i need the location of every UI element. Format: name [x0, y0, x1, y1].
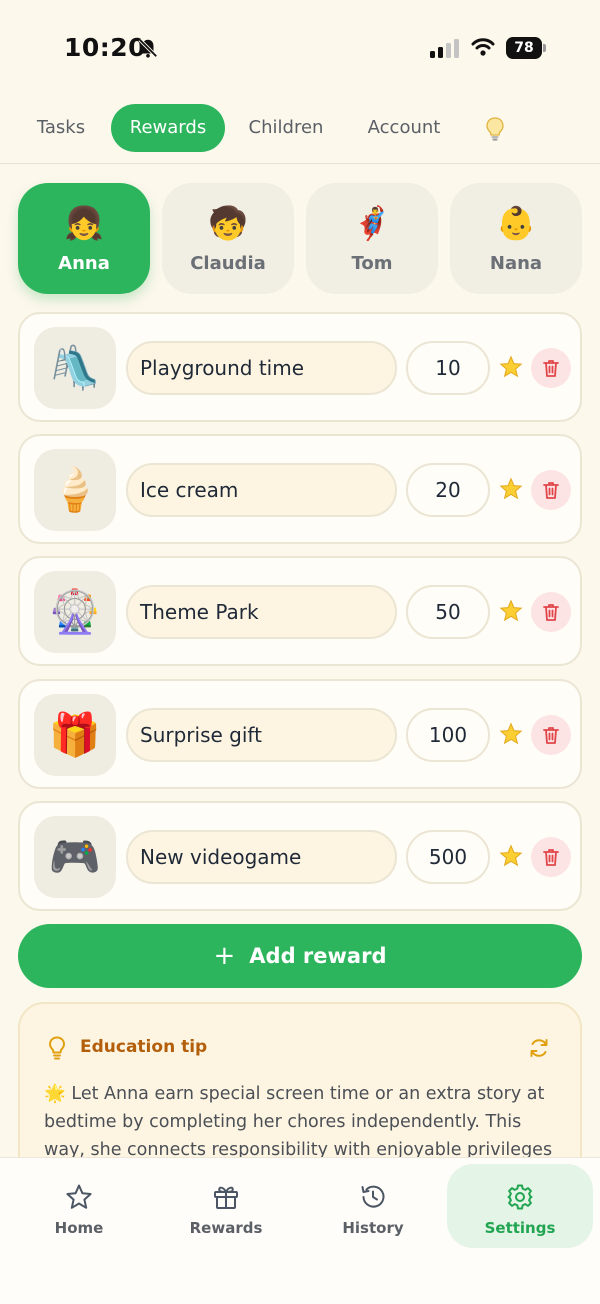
reward-emoji-icon[interactable]: 🍦: [34, 449, 116, 531]
gift-icon: [214, 1186, 238, 1209]
star-icon: [499, 477, 523, 500]
history-icon: [361, 1185, 385, 1208]
refresh-icon[interactable]: [528, 1037, 550, 1059]
child-avatar: 🧒: [208, 204, 248, 242]
child-card-nana[interactable]: 👶 Nana: [450, 183, 582, 294]
trash-icon: [543, 604, 559, 621]
add-reward-button[interactable]: + Add reward: [18, 924, 582, 988]
star-icon: [66, 1184, 92, 1209]
star-icon: [499, 599, 523, 622]
reward-row: 🍦 Ice cream 20: [18, 434, 582, 544]
lightbulb-icon[interactable]: [484, 116, 506, 142]
trash-icon: [543, 482, 559, 499]
top-tabs: Tasks Rewards Children Account: [0, 104, 600, 154]
glowing-star-icon: 🌟: [44, 1084, 66, 1104]
reward-name-input[interactable]: Theme Park: [126, 585, 397, 639]
child-avatar: 👧: [64, 204, 104, 242]
wifi-icon: [471, 38, 495, 56]
lightbulb-icon: [49, 1036, 65, 1060]
trash-icon: [543, 360, 559, 377]
education-tip-title: Education tip: [80, 1037, 208, 1057]
reward-row: 🛝 Playground time 10: [18, 312, 582, 422]
gear-icon: [507, 1184, 533, 1210]
bottom-nav: Home Rewards History Settings: [0, 1157, 600, 1304]
education-tip-text: 🌟 Let Anna earn special screen time or a…: [44, 1080, 564, 1164]
nav-home[interactable]: Home: [6, 1164, 152, 1248]
nav-label: History: [342, 1219, 404, 1237]
reward-name-input[interactable]: New videogame: [126, 830, 397, 884]
battery-icon: 78: [506, 37, 547, 59]
child-avatar: 🦸‍♂️: [352, 204, 392, 242]
reward-name-input[interactable]: Playground time: [126, 341, 397, 395]
star-icon: [499, 844, 523, 867]
plus-icon: +: [213, 941, 236, 971]
child-name: Anna: [58, 253, 110, 274]
delete-reward-button[interactable]: [531, 715, 571, 755]
battery-level: 78: [506, 37, 542, 59]
education-tip-body: Let Anna earn special screen time or an …: [44, 1084, 553, 1160]
add-reward-label: Add reward: [249, 944, 387, 968]
star-icon: [499, 355, 523, 378]
reward-name-input[interactable]: Surprise gift: [126, 708, 397, 762]
nav-history[interactable]: History: [300, 1164, 446, 1248]
tab-tasks[interactable]: Tasks: [20, 104, 102, 152]
child-avatar: 👶: [496, 204, 536, 242]
status-time: 10:20: [64, 33, 147, 62]
child-card-anna[interactable]: 👧 Anna: [18, 183, 150, 294]
reward-points-input[interactable]: 20: [406, 463, 490, 517]
reward-points-input[interactable]: 500: [406, 830, 490, 884]
status-bar: 10:20 78: [0, 0, 600, 96]
child-card-tom[interactable]: 🦸‍♂️ Tom: [306, 183, 438, 294]
star-icon: [499, 722, 523, 745]
reward-points-input[interactable]: 100: [406, 708, 490, 762]
trash-icon: [543, 849, 559, 866]
reward-emoji-icon[interactable]: 🎮: [34, 816, 116, 898]
reward-row: 🎁 Surprise gift 100: [18, 679, 582, 789]
reward-row: 🎡 Theme Park 50: [18, 556, 582, 666]
nav-label: Settings: [484, 1219, 556, 1237]
tab-account[interactable]: Account: [350, 104, 458, 152]
child-name: Claudia: [190, 253, 266, 274]
child-name: Nana: [489, 253, 543, 274]
trash-icon: [543, 727, 559, 744]
tab-rewards[interactable]: Rewards: [111, 104, 225, 152]
delete-reward-button[interactable]: [531, 837, 571, 877]
child-name: Tom: [351, 253, 393, 274]
nav-settings[interactable]: Settings: [447, 1164, 593, 1248]
nav-label: Home: [54, 1219, 104, 1237]
tab-children[interactable]: Children: [234, 104, 338, 152]
reward-emoji-icon[interactable]: 🛝: [34, 327, 116, 409]
reward-points-input[interactable]: 10: [406, 341, 490, 395]
nav-rewards[interactable]: Rewards: [153, 1164, 299, 1248]
delete-reward-button[interactable]: [531, 592, 571, 632]
signal-icon: [430, 39, 459, 58]
reward-name-input[interactable]: Ice cream: [126, 463, 397, 517]
reward-points-input[interactable]: 50: [406, 585, 490, 639]
reward-row: 🎮 New videogame 500: [18, 801, 582, 911]
delete-reward-button[interactable]: [531, 348, 571, 388]
reward-emoji-icon[interactable]: 🎡: [34, 571, 116, 653]
nav-label: Rewards: [189, 1219, 263, 1237]
child-card-claudia[interactable]: 🧒 Claudia: [162, 183, 294, 294]
reward-emoji-icon[interactable]: 🎁: [34, 694, 116, 776]
bell-off-icon: [138, 38, 158, 58]
delete-reward-button[interactable]: [531, 470, 571, 510]
tabs-divider: [0, 163, 600, 164]
